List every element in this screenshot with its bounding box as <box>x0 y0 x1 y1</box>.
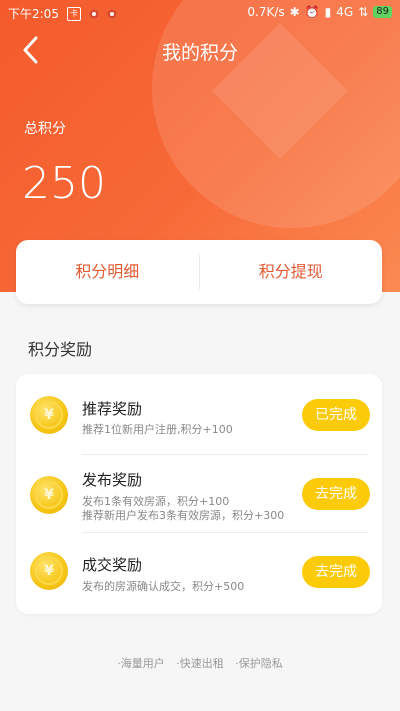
sim-icon: 卡 <box>66 6 81 21</box>
reward-name: 推荐奖励 <box>82 400 143 418</box>
points-actions-card: 积分明细 积分提现 <box>16 240 382 304</box>
status-time: 下午2:05 <box>8 7 59 21</box>
total-points-value: 250 <box>22 158 106 209</box>
network-speed: 0.7K/s <box>247 5 285 19</box>
status-bar: 下午2:05 卡 0.7K/s ✱ ⏰ ▮ 4G ⇅ 89 <box>0 0 400 26</box>
total-points-label: 总积分 <box>24 121 66 137</box>
points-withdraw-button[interactable]: 积分提现 <box>200 240 383 304</box>
reward-description: 发布的房源确认成交，积分+500 <box>82 580 245 593</box>
footer-features: ·海量用户 ·快速出租 ·保护隐私 <box>0 655 400 671</box>
notification-icon <box>88 8 99 19</box>
completed-button[interactable]: 已完成 <box>302 399 370 431</box>
go-complete-button[interactable]: 去完成 <box>302 478 370 510</box>
footer-item: ·快速出租 <box>176 657 224 670</box>
yuan-coin-icon: ¥ <box>30 476 68 514</box>
divider <box>82 454 368 455</box>
wifi-icon: ⇅ <box>358 5 369 19</box>
reward-description: 发布1条有效房源，积分+100 <box>82 495 230 508</box>
reward-description: 推荐1位新用户注册,积分+100 <box>82 423 233 436</box>
back-button[interactable] <box>12 32 48 68</box>
alarm-icon: ⏰ <box>304 5 320 19</box>
page-title: 我的积分 <box>161 42 238 64</box>
points-detail-button[interactable]: 积分明细 <box>16 240 199 304</box>
reward-name: 成交奖励 <box>82 556 143 574</box>
reward-name: 发布奖励 <box>82 471 143 489</box>
signal-icon: ▮ <box>324 5 332 19</box>
chevron-left-icon <box>23 36 38 64</box>
go-complete-button[interactable]: 去完成 <box>302 556 370 588</box>
yuan-coin-icon: ¥ <box>30 396 68 434</box>
notification-icon <box>106 8 117 19</box>
footer-item: ·海量用户 <box>117 657 165 670</box>
divider <box>82 532 368 533</box>
battery-icon: 89 <box>373 6 392 18</box>
section-title: 积分奖励 <box>28 340 93 359</box>
rewards-list: ¥ 推荐奖励 推荐1位新用户注册,积分+100 已完成 ¥ 发布奖励 发布1条有… <box>16 374 382 614</box>
reward-description: 推荐新用户发布3条有效房源，积分+300 <box>82 509 285 522</box>
yuan-coin-icon: ¥ <box>30 552 68 590</box>
footer-item: ·保护隐私 <box>235 657 283 670</box>
bluetooth-icon: ✱ <box>289 5 300 19</box>
network-type: 4G <box>336 5 354 19</box>
